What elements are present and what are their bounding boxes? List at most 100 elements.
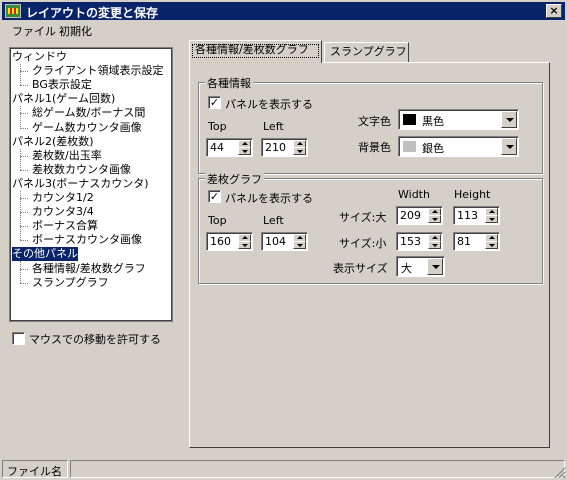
tree-connector: [20, 85, 28, 87]
tab-panel: 各種情報 ✓ パネルを表示する Top Left 44 210 文字色 黒色 背…: [189, 62, 550, 448]
size-large-width-spinner[interactable]: 209: [396, 206, 443, 225]
graph-top-value: 160: [210, 235, 231, 248]
info-top-spinner[interactable]: 44: [206, 138, 253, 157]
text-color-label: 文字色: [358, 115, 391, 128]
text-color-swatch: [403, 114, 416, 125]
graph-left-spinner[interactable]: 104: [261, 232, 308, 251]
bg-color-label: 背景色: [358, 141, 391, 154]
tree-item[interactable]: パネル2(差枚数): [12, 135, 94, 149]
info-show-panel-label: パネルを表示する: [225, 98, 313, 111]
tree-item[interactable]: 各種情報/差枚数グラフ: [32, 262, 146, 276]
tree-item[interactable]: パネル3(ボーナスカウンタ): [12, 177, 149, 191]
tab-info-graph[interactable]: 各種情報/差枚数グラフ: [189, 40, 322, 63]
tree-connector: [20, 240, 28, 242]
size-small-height-spinner[interactable]: 81: [453, 232, 500, 251]
chevron-down-icon[interactable]: [427, 258, 443, 275]
tab-info-graph-label: 各種情報/差枚数グラフ: [195, 43, 309, 56]
window-title: レイアウトの変更と保存: [26, 6, 159, 20]
menu-initialize[interactable]: 初期化: [55, 23, 96, 39]
graph-left-down-button[interactable]: [293, 241, 306, 249]
info-top-value: 44: [210, 141, 224, 154]
text-color-select[interactable]: 黒色: [398, 109, 519, 130]
tree-connector: [20, 113, 28, 115]
tree-connector: [20, 155, 28, 157]
tree-connector: [20, 268, 28, 270]
tree-item[interactable]: ウィンドウ: [12, 50, 67, 64]
size-large-height-spinner[interactable]: 113: [453, 206, 500, 225]
tree-connector: [20, 190, 21, 241]
tree-item[interactable]: ボーナスカウンタ画像: [32, 233, 142, 247]
tree-connector: [20, 106, 21, 128]
tree-item[interactable]: 差枚数/出玉率: [32, 149, 102, 163]
tree-connector: [20, 127, 28, 129]
info-top-label: Top: [208, 120, 227, 133]
settings-tree[interactable]: ウィンドウ クライアント領域表示設定 BG表示設定 パネル1(ゲーム回数) 総ゲーム数/…: [9, 47, 173, 322]
tree-item[interactable]: 総ゲーム数/ボーナス間: [32, 106, 145, 120]
tree-item[interactable]: カウンタ1/2: [32, 191, 94, 205]
status-file-value: [70, 460, 565, 478]
tree-item[interactable]: 差枚数カウンタ画像: [32, 163, 131, 177]
info-top-down-button[interactable]: [238, 147, 251, 155]
menu-bar: ファイル 初期化: [2, 21, 565, 39]
info-left-spinner[interactable]: 210: [261, 138, 308, 157]
width-label: Width: [398, 188, 430, 201]
graph-show-panel-checkbox[interactable]: ✓: [208, 190, 221, 203]
menu-file[interactable]: ファイル: [8, 23, 60, 39]
resize-grip[interactable]: [553, 466, 565, 478]
size-large-label: サイズ:大: [339, 211, 387, 224]
size-small-width-value: 153: [400, 235, 421, 248]
display-size-label: 表示サイズ: [333, 262, 388, 275]
size-small-width-spinner[interactable]: 153: [396, 232, 443, 251]
graph-left-value: 104: [265, 235, 286, 248]
graph-group: 差枚グラフ ✓ パネルを表示する Top Left 160 104 Width …: [198, 171, 543, 284]
size-large-height-value: 113: [457, 209, 478, 222]
height-label: Height: [454, 188, 491, 201]
tree-item[interactable]: パネル1(ゲーム回数): [12, 92, 115, 106]
info-left-down-button[interactable]: [293, 147, 306, 155]
graph-group-title: 差枚グラフ: [205, 171, 264, 187]
tree-item[interactable]: ゲーム数カウンタ画像: [32, 121, 142, 135]
tree-item[interactable]: BG表示設定: [32, 78, 92, 92]
size-small-width-down-button[interactable]: [428, 241, 441, 249]
tree-connector: [20, 148, 21, 170]
info-group-title: 各種情報: [205, 75, 253, 91]
size-large-width-down-button[interactable]: [428, 215, 441, 223]
graph-top-spinner[interactable]: 160: [206, 232, 253, 251]
tree-connector: [20, 169, 28, 171]
info-show-panel-checkbox[interactable]: ✓: [208, 96, 221, 109]
tree-connector: [20, 226, 28, 228]
display-size-select[interactable]: 大: [396, 256, 445, 277]
status-bar: ファイル名: [2, 459, 565, 478]
mouse-move-checkbox[interactable]: [12, 332, 25, 345]
size-small-label: サイズ:小: [339, 237, 387, 250]
size-small-height-value: 81: [457, 235, 471, 248]
app-icon: [5, 4, 21, 18]
size-large-height-down-button[interactable]: [485, 215, 498, 223]
tree-item[interactable]: カウンタ3/4: [32, 205, 94, 219]
tree-item[interactable]: クライアント領域表示設定: [32, 64, 164, 78]
close-button[interactable]: ×: [546, 4, 562, 18]
tree-connector: [20, 64, 21, 86]
tab-slump-graph-label: スランプグラフ: [330, 45, 407, 58]
info-left-label: Left: [263, 120, 284, 133]
graph-top-label: Top: [208, 214, 227, 227]
info-left-value: 210: [265, 141, 286, 154]
tree-item[interactable]: ボーナス合算: [32, 219, 98, 233]
tab-slump-graph[interactable]: スランプグラフ: [324, 42, 409, 62]
tree-connector: [20, 212, 28, 214]
status-file-label: ファイル名: [2, 460, 68, 478]
tree-item[interactable]: スランプグラフ: [32, 276, 109, 290]
text-color-value: 黒色: [422, 115, 444, 128]
chevron-down-icon[interactable]: [501, 138, 517, 155]
mouse-move-label: マウスでの移動を許可する: [29, 333, 161, 346]
tree-connector: [20, 282, 28, 284]
info-group: 各種情報 ✓ パネルを表示する Top Left 44 210 文字色 黒色 背…: [198, 75, 543, 174]
title-bar[interactable]: レイアウトの変更と保存 ×: [2, 2, 565, 20]
bg-color-value: 銀色: [422, 142, 444, 155]
display-size-value: 大: [401, 262, 412, 275]
graph-top-down-button[interactable]: [238, 241, 251, 249]
chevron-down-icon[interactable]: [501, 111, 517, 128]
size-small-height-down-button[interactable]: [485, 241, 498, 249]
tree-item[interactable]: その他パネル: [12, 247, 78, 262]
bg-color-select[interactable]: 銀色: [398, 136, 519, 157]
